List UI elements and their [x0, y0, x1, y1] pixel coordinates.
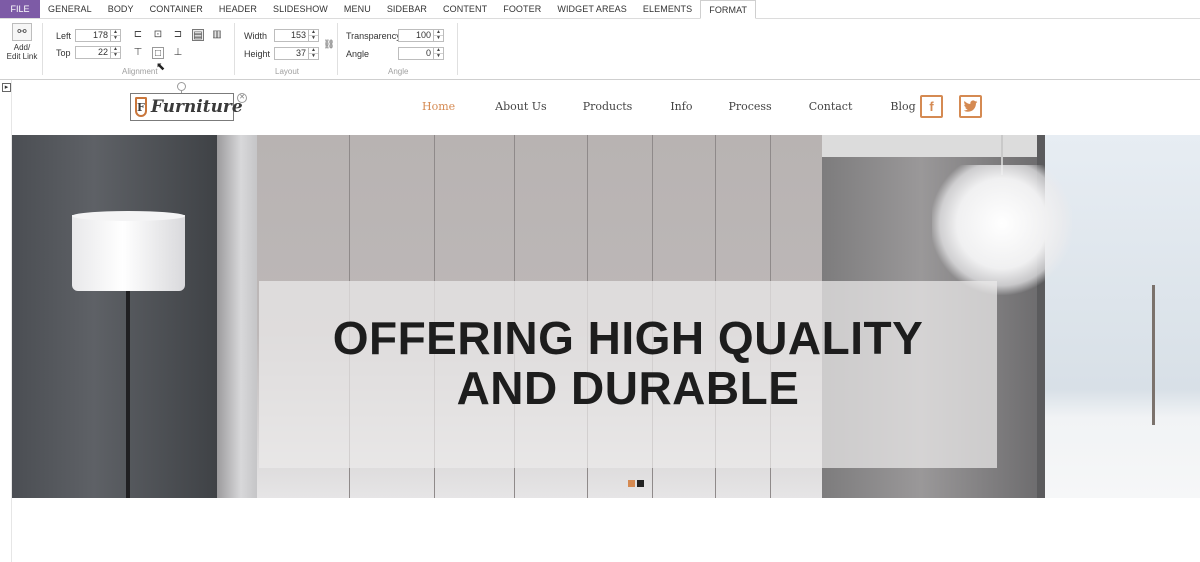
top-label: Top [56, 48, 71, 58]
angle-stepper[interactable]: 0 ▲ ▼ [398, 47, 444, 60]
align-left-icon[interactable]: ⊏ [132, 29, 144, 41]
tab-sidebar[interactable]: SIDEBAR [379, 0, 435, 18]
height-stepper[interactable]: 37 ▲ ▼ [274, 47, 319, 60]
layout-caption: Layout [275, 67, 300, 76]
add-edit-link-line1: Add/ [13, 43, 31, 52]
bring-forward-icon[interactable]: ▤ [192, 29, 204, 41]
hero-bg-wall-left [12, 135, 217, 498]
angle-value[interactable]: 0 [398, 47, 434, 60]
logo-text: Furniture [150, 97, 243, 117]
height-spin-arrows[interactable]: ▲ ▼ [309, 47, 319, 60]
transparency-stepper[interactable]: 100 ▲ ▼ [398, 29, 444, 42]
top-stepper[interactable]: 22 ▲ ▼ [75, 46, 121, 59]
align-right-icon[interactable]: ⊐ [172, 29, 184, 41]
ribbon-tab-bar: FILE GENERAL BODY CONTAINER HEADER SLIDE… [0, 0, 1200, 19]
nav-item-products[interactable]: Products [583, 100, 633, 113]
angle-spin-arrows[interactable]: ▲ ▼ [434, 47, 444, 60]
tab-slideshow[interactable]: SLIDESHOW [265, 0, 336, 18]
height-label: Height [244, 49, 271, 59]
nav-item-home[interactable]: Home [422, 100, 455, 113]
add-edit-link-button[interactable]: ⚯ Add/ Edit Link [6, 23, 38, 61]
link-icon: ⚯ [12, 23, 32, 41]
tab-general[interactable]: GENERAL [40, 0, 100, 18]
align-bottom-icon[interactable]: ⊥ [172, 47, 184, 59]
tab-header[interactable]: HEADER [211, 0, 265, 18]
logo[interactable]: F Furniture [130, 93, 243, 121]
width-stepper[interactable]: 153 ▲ ▼ [274, 29, 319, 42]
hero-bg-pillar [217, 135, 257, 498]
top-spin-arrows[interactable]: ▲ ▼ [111, 46, 121, 59]
tab-widget-areas[interactable]: WIDGET AREAS [549, 0, 635, 18]
main-nav: Home About Us Products Info Process Cont… [422, 100, 916, 113]
shield-icon: F [135, 97, 147, 117]
twitter-bird-icon [963, 100, 978, 112]
nav-item-blog[interactable]: Blog [890, 100, 915, 113]
facebook-icon[interactable]: f [920, 95, 943, 118]
tab-container[interactable]: CONTAINER [142, 0, 211, 18]
expand-panel-icon[interactable]: ▸ [2, 83, 11, 92]
left-spin-arrows[interactable]: ▲ ▼ [111, 29, 121, 42]
tab-elements[interactable]: ELEMENTS [635, 0, 700, 18]
nav-item-process[interactable]: Process [728, 100, 771, 113]
tab-menu[interactable]: MENU [336, 0, 379, 18]
hero-bg-tree [1152, 285, 1155, 425]
chain-lock-icon[interactable]: ⛓ [323, 38, 335, 50]
facebook-glyph: f [929, 99, 934, 114]
left-value[interactable]: 178 [75, 29, 111, 42]
hero-headline: OFFERING HIGH QUALITY AND DURABLE [259, 313, 997, 413]
format-ribbon: ⚯ Add/ Edit Link Left 178 ▲ ▼ Top 22 ▲ ▼ ⊏… [0, 19, 1200, 80]
transparency-value[interactable]: 100 [398, 29, 434, 42]
hero-slideshow[interactable]: OFFERING HIGH QUALITY AND DURABLE [12, 135, 1200, 498]
hero-headline-line2: AND DURABLE [456, 362, 800, 414]
align-top-icon[interactable]: ⊤ [132, 47, 144, 59]
top-value[interactable]: 22 [75, 46, 111, 59]
mouse-cursor-icon: ⬉ [156, 61, 166, 73]
alignment-caption: Alignment [122, 67, 158, 76]
ribbon-separator [42, 23, 43, 75]
slide-dot-1[interactable] [628, 480, 635, 487]
width-spin-arrows[interactable]: ▲ ▼ [309, 29, 319, 42]
tab-content[interactable]: CONTENT [435, 0, 495, 18]
transparency-label: Transparency [346, 31, 401, 41]
rotate-handle-icon[interactable] [177, 82, 186, 91]
floor-lamp-top [72, 211, 185, 221]
hero-headline-line1: OFFERING HIGH QUALITY [332, 312, 924, 364]
angle-caption: Angle [388, 67, 409, 76]
add-edit-link-line2: Edit Link [6, 52, 38, 61]
send-backward-icon[interactable]: ▥ [211, 29, 223, 41]
align-center-horizontal-icon[interactable]: ⊡ [152, 29, 164, 41]
ribbon-separator [457, 23, 458, 75]
tab-body[interactable]: BODY [100, 0, 142, 18]
width-label: Width [244, 31, 268, 41]
pendant-lamp [932, 165, 1072, 295]
ribbon-separator [234, 23, 235, 75]
ribbon-separator [337, 23, 338, 75]
tab-footer[interactable]: FOOTER [495, 0, 549, 18]
align-middle-icon[interactable]: □ [152, 47, 164, 59]
tab-format[interactable]: FORMAT [700, 0, 757, 19]
twitter-icon[interactable] [959, 95, 982, 118]
nav-item-info[interactable]: Info [670, 100, 692, 113]
transparency-spin-arrows[interactable]: ▲ ▼ [434, 29, 444, 42]
nav-item-contact[interactable]: Contact [809, 100, 853, 113]
close-icon[interactable]: ✕ [237, 93, 247, 103]
file-tab[interactable]: FILE [0, 0, 40, 18]
floor-lamp-pole [126, 291, 130, 498]
left-stepper[interactable]: 178 ▲ ▼ [75, 29, 121, 42]
height-value[interactable]: 37 [274, 47, 309, 60]
floor-lamp-shade [72, 215, 185, 291]
nav-item-about-us[interactable]: About Us [495, 100, 547, 113]
editor-gutter [0, 80, 12, 562]
angle-label: Angle [346, 49, 370, 59]
left-label: Left [56, 31, 72, 41]
slide-pagination [628, 480, 644, 487]
width-value[interactable]: 153 [274, 29, 309, 42]
slide-dot-2[interactable] [637, 480, 644, 487]
